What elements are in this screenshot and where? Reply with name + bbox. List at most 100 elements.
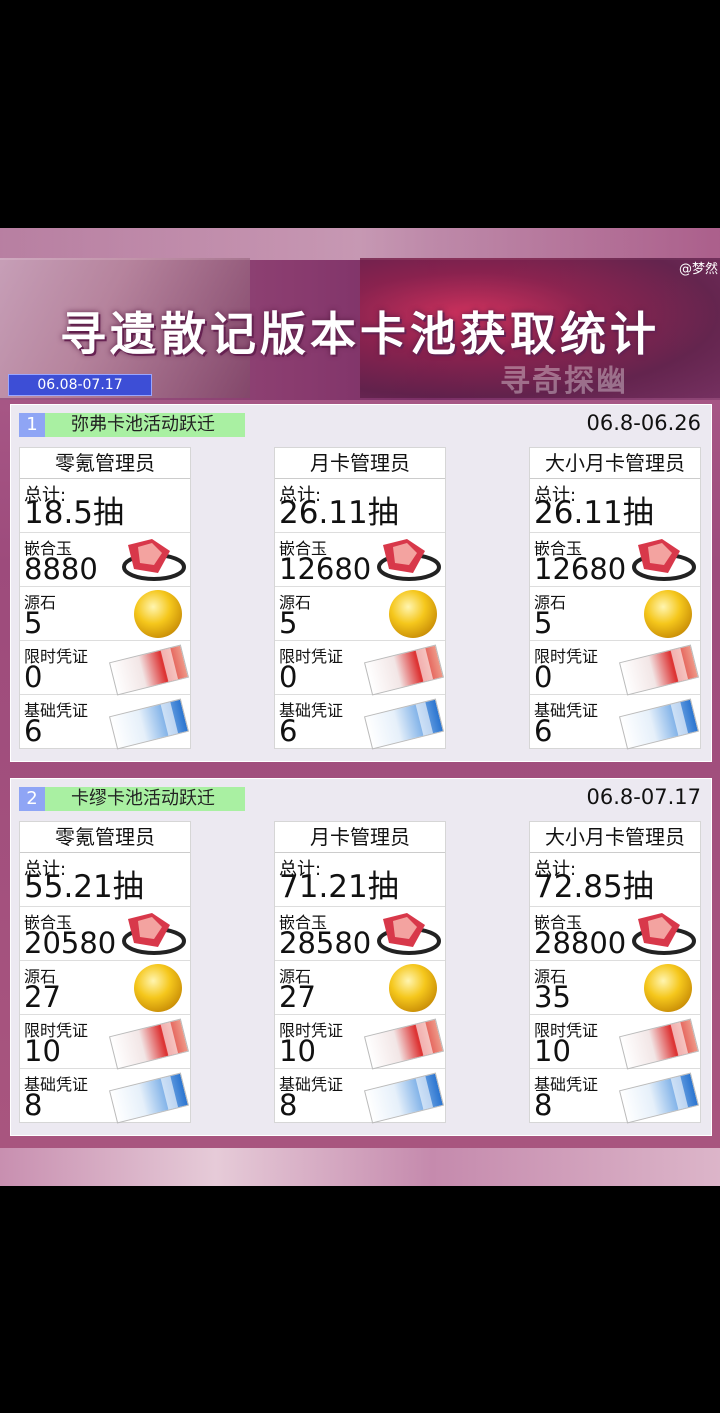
gem-row: 嵌合玉 28800 <box>530 907 700 961</box>
stone-value: 35 <box>534 980 571 1014</box>
card-role: 大小月卡管理员 <box>530 822 700 853</box>
period-badge: 06.08-07.17 <box>8 374 152 396</box>
watermark: @梦然 <box>678 262 718 277</box>
top-band <box>0 228 720 260</box>
stat-card: 大小月卡管理员 总计: 72.85抽 嵌合玉 28800 源石 35 限时凭证 <box>529 821 701 1124</box>
pool-name: 卡缪卡池活动跃迁 <box>45 787 245 811</box>
stone-row: 源石 27 <box>275 961 445 1015</box>
basic-row: 基础凭证 6 <box>530 695 700 750</box>
basic-row: 基础凭证 6 <box>20 695 190 750</box>
red-ticket-icon <box>108 644 190 696</box>
stone-value: 27 <box>279 980 316 1014</box>
limited-value: 0 <box>279 660 298 694</box>
limited-row: 限时凭证 10 <box>530 1015 700 1070</box>
card-role: 月卡管理员 <box>275 448 445 479</box>
blue-ticket-icon <box>618 1072 700 1124</box>
limited-row: 限时凭证 0 <box>530 641 700 696</box>
card-role: 零氪管理员 <box>20 822 190 853</box>
pool-panel: 1 弥弗卡池活动跃迁 06.8-06.26 零氪管理员 总计: 18.5抽 嵌合… <box>10 404 712 762</box>
gold-orb-icon <box>134 964 182 1012</box>
total-row: 总计: 72.85抽 <box>530 853 700 907</box>
pool-date-range: 06.8-06.26 <box>586 411 701 435</box>
stone-value: 5 <box>534 606 553 640</box>
gold-orb-icon <box>134 590 182 638</box>
stone-row: 源石 27 <box>20 961 190 1015</box>
stone-row: 源石 5 <box>530 587 700 641</box>
stat-card: 月卡管理员 总计: 26.11抽 嵌合玉 12680 源石 5 限时凭证 0 基… <box>274 447 446 750</box>
basic-value: 6 <box>534 714 553 748</box>
stat-card: 月卡管理员 总计: 71.21抽 嵌合玉 28580 源石 27 限时凭证 10 <box>274 821 446 1124</box>
limited-value: 0 <box>24 660 43 694</box>
limited-row: 限时凭证 10 <box>20 1015 190 1070</box>
blue-ticket-icon <box>618 698 700 750</box>
gem-value: 28800 <box>534 926 627 960</box>
stat-card: 零氪管理员 总计: 55.21抽 嵌合玉 20580 源石 27 限时凭证 10 <box>19 821 191 1124</box>
gem-row: 嵌合玉 8880 <box>20 533 190 587</box>
pool-header: 1 弥弗卡池活动跃迁 <box>19 413 245 437</box>
red-crystal-gem-icon <box>114 537 186 583</box>
gem-value: 20580 <box>24 926 117 960</box>
limited-value: 10 <box>534 1034 571 1068</box>
limited-row: 限时凭证 0 <box>275 641 445 696</box>
basic-value: 8 <box>534 1088 553 1122</box>
stone-value: 27 <box>24 980 61 1014</box>
basic-row: 基础凭证 8 <box>275 1069 445 1124</box>
gem-value: 12680 <box>534 552 627 586</box>
total-row: 总计: 26.11抽 <box>530 479 700 533</box>
red-crystal-gem-icon <box>114 911 186 957</box>
gold-orb-icon <box>389 590 437 638</box>
limited-row: 限时凭证 0 <box>20 641 190 696</box>
red-ticket-icon <box>108 1018 190 1070</box>
total-value: 71.21抽 <box>279 869 399 905</box>
pool-header: 2 卡缪卡池活动跃迁 <box>19 787 245 811</box>
pool-date-range: 06.8-07.17 <box>586 785 701 809</box>
pool-index: 1 <box>19 413 45 437</box>
gem-value: 8880 <box>24 552 98 586</box>
total-value: 18.5抽 <box>24 495 125 531</box>
pool-panel: 2 卡缪卡池活动跃迁 06.8-07.17 零氪管理员 总计: 55.21抽 嵌… <box>10 778 712 1136</box>
poster: @梦然 寻遗散记版本卡池获取统计 寻奇探幽 06.08-07.17 1 弥弗卡池… <box>0 228 720 1186</box>
total-value: 26.11抽 <box>534 495 654 531</box>
stone-value: 5 <box>24 606 43 640</box>
basic-value: 8 <box>279 1088 298 1122</box>
blue-ticket-icon <box>363 1072 445 1124</box>
total-value: 55.21抽 <box>24 869 144 905</box>
card-role: 月卡管理员 <box>275 822 445 853</box>
stat-card: 大小月卡管理员 总计: 26.11抽 嵌合玉 12680 源石 5 限时凭证 0 <box>529 447 701 750</box>
stone-row: 源石 5 <box>20 587 190 641</box>
gem-row: 嵌合玉 20580 <box>20 907 190 961</box>
limited-value: 0 <box>534 660 553 694</box>
basic-row: 基础凭证 8 <box>20 1069 190 1124</box>
gold-orb-icon <box>644 964 692 1012</box>
limited-row: 限时凭证 10 <box>275 1015 445 1070</box>
gem-row: 嵌合玉 12680 <box>530 533 700 587</box>
stone-row: 源石 35 <box>530 961 700 1015</box>
red-crystal-gem-icon <box>369 537 441 583</box>
gem-row: 嵌合玉 12680 <box>275 533 445 587</box>
gem-value: 28580 <box>279 926 372 960</box>
stone-row: 源石 5 <box>275 587 445 641</box>
limited-value: 10 <box>24 1034 61 1068</box>
header-banner: @梦然 寻遗散记版本卡池获取统计 寻奇探幽 06.08-07.17 <box>0 228 720 400</box>
red-ticket-icon <box>363 644 445 696</box>
total-value: 72.85抽 <box>534 869 654 905</box>
basic-row: 基础凭证 6 <box>275 695 445 750</box>
gem-row: 嵌合玉 28580 <box>275 907 445 961</box>
red-ticket-icon <box>618 644 700 696</box>
basic-value: 6 <box>24 714 43 748</box>
stat-card: 零氪管理员 总计: 18.5抽 嵌合玉 8880 源石 5 限时凭证 0 基础凭… <box>19 447 191 750</box>
limited-value: 10 <box>279 1034 316 1068</box>
basic-row: 基础凭证 8 <box>530 1069 700 1124</box>
card-role: 大小月卡管理员 <box>530 448 700 479</box>
blue-ticket-icon <box>363 698 445 750</box>
total-value: 26.11抽 <box>279 495 399 531</box>
gem-value: 12680 <box>279 552 372 586</box>
gold-orb-icon <box>389 964 437 1012</box>
red-crystal-gem-icon <box>624 537 696 583</box>
blue-ticket-icon <box>108 698 190 750</box>
stone-value: 5 <box>279 606 298 640</box>
art-text: 寻奇探幽 <box>500 364 628 399</box>
total-row: 总计: 26.11抽 <box>275 479 445 533</box>
red-ticket-icon <box>618 1018 700 1070</box>
basic-value: 8 <box>24 1088 43 1122</box>
